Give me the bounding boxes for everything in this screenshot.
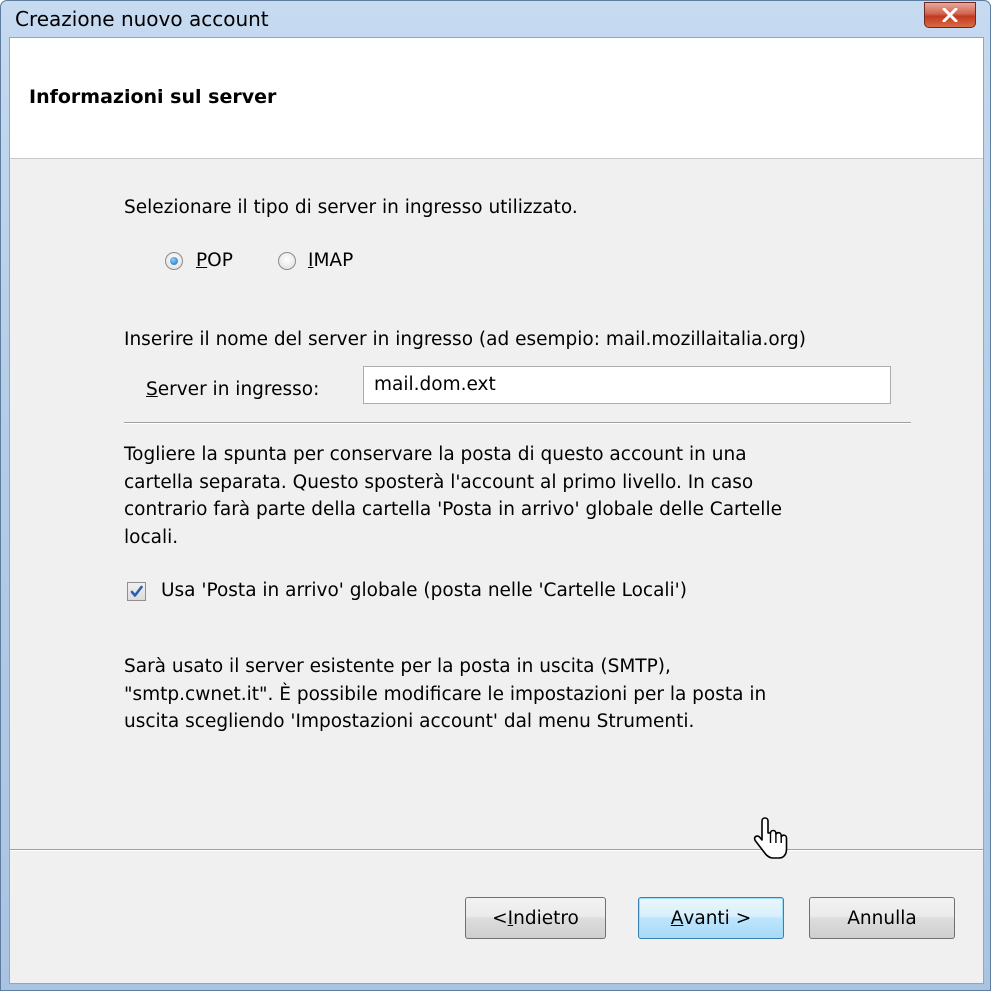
incoming-server-input[interactable]: mail.dom.ext <box>363 366 891 404</box>
description-line: locali. <box>124 526 179 548</box>
description-line: Togliere la spunta per conservare la pos… <box>124 444 747 465</box>
hand-cursor-icon <box>753 817 788 859</box>
description-line: contrario farà parte della cartella 'Pos… <box>124 499 782 520</box>
smtp-note-line: "smtp.cwnet.it". È possibile modificare … <box>124 683 767 705</box>
back-button[interactable]: < Indietro <box>465 897 606 939</box>
global-inbox-checkbox-label: Usa 'Posta in arrivo' globale (posta nel… <box>161 580 687 601</box>
close-icon <box>942 8 958 22</box>
description-line: cartella separata. Questo sposterà l'acc… <box>124 471 754 493</box>
close-button[interactable] <box>924 2 976 28</box>
window-title: Creazione nuovo account <box>15 7 269 31</box>
smtp-note-line: Sarà usato il server esistente per la po… <box>124 656 671 677</box>
global-inbox-checkbox[interactable] <box>127 582 146 601</box>
radio-imap-label: IMAP <box>308 250 354 271</box>
next-button[interactable]: Avanti > <box>638 897 784 939</box>
incoming-server-label: Server in ingresso: <box>146 379 320 400</box>
dialog-content: Informazioni sul server Selezionare il t… <box>9 37 984 984</box>
incoming-server-prompt: Inserire il nome del server in ingresso … <box>124 329 806 350</box>
radio-pop-label: POP <box>196 250 233 271</box>
server-type-prompt: Selezionare il tipo di server in ingress… <box>124 197 578 218</box>
global-inbox-description: Togliere la spunta per conservare la pos… <box>124 441 914 551</box>
title-bar: Creazione nuovo account <box>1 1 990 34</box>
checkmark-icon <box>130 585 143 597</box>
smtp-note: Sarà usato il server esistente per la po… <box>124 653 914 736</box>
dialog-window: Creazione nuovo account Informazioni sul… <box>0 0 991 991</box>
page-title: Informazioni sul server <box>29 86 277 108</box>
section-divider <box>124 422 911 424</box>
smtp-note-line: uscita scegliendo 'Impostazioni account'… <box>124 711 695 732</box>
radio-imap-button[interactable] <box>278 252 296 270</box>
page-header: Informazioni sul server <box>10 38 983 159</box>
footer-divider <box>10 849 983 851</box>
cancel-button[interactable]: Annulla <box>809 897 955 939</box>
radio-pop-button[interactable] <box>165 252 183 270</box>
